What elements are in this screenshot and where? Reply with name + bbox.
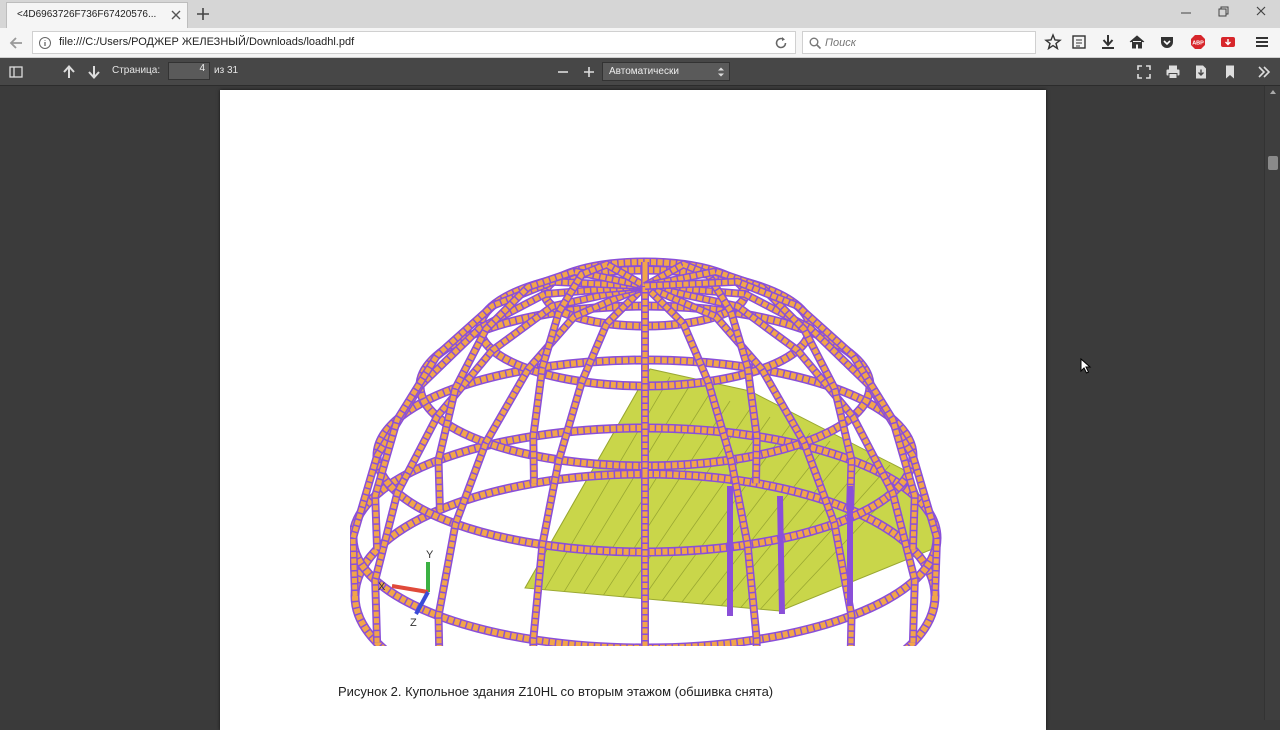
search-icon bbox=[808, 36, 822, 50]
pdf-toolbar: Страница: 4 из 31 Автоматически bbox=[0, 58, 1280, 86]
zoom-in-icon[interactable] bbox=[580, 63, 598, 81]
restore-icon[interactable] bbox=[1213, 4, 1233, 20]
star-icon[interactable] bbox=[1044, 33, 1062, 51]
save-icon[interactable] bbox=[1192, 63, 1210, 81]
tab-strip: <4D6963726F736F67420576... bbox=[0, 0, 1280, 28]
arrow-down-icon[interactable] bbox=[85, 63, 103, 81]
scroll-up-icon[interactable] bbox=[1269, 88, 1277, 96]
dome-structure-illustration: Y X Z bbox=[350, 257, 942, 646]
zoom-value: Автоматически bbox=[609, 66, 679, 77]
pdf-viewer[interactable]: Y X Z Рисунок 2. Купольное здания Z10HL … bbox=[0, 86, 1280, 730]
page-number-input[interactable]: 4 bbox=[168, 62, 210, 80]
close-window-icon[interactable] bbox=[1251, 4, 1271, 20]
zoom-out-icon[interactable] bbox=[554, 63, 572, 81]
axis-z-label: Z bbox=[410, 617, 417, 629]
plus-icon[interactable] bbox=[194, 5, 212, 23]
chevron-down-icon bbox=[717, 66, 725, 78]
search-bar[interactable] bbox=[802, 31, 1036, 54]
navigation-bar: file:///C:/Users/РОДЖЕР ЖЕЛЕЗНЫЙ/Downloa… bbox=[0, 28, 1280, 58]
url-bar[interactable]: file:///C:/Users/РОДЖЕР ЖЕЛЕЗНЫЙ/Downloa… bbox=[32, 31, 796, 54]
browser-tab[interactable]: <4D6963726F736F67420576... bbox=[6, 2, 188, 28]
dome-figure: Y X Z bbox=[350, 186, 950, 646]
url-text[interactable]: file:///C:/Users/РОДЖЕР ЖЕЛЕЗНЫЙ/Downloa… bbox=[59, 36, 354, 48]
bookmark-icon[interactable] bbox=[1221, 63, 1239, 81]
svg-text:ABP: ABP bbox=[1192, 41, 1204, 47]
home-icon[interactable] bbox=[1128, 33, 1146, 51]
back-arrow-icon[interactable] bbox=[8, 34, 26, 52]
download-icon[interactable] bbox=[1099, 33, 1117, 51]
figure-caption: Рисунок 2. Купольное здания Z10HL со вто… bbox=[338, 684, 774, 699]
page-label: Страница: bbox=[112, 65, 161, 76]
info-icon[interactable] bbox=[38, 36, 52, 50]
sidebar-toggle-icon[interactable] bbox=[7, 63, 25, 81]
search-input[interactable] bbox=[825, 34, 1025, 52]
zoom-select[interactable]: Автоматически bbox=[602, 62, 730, 81]
dome-frame-ribs bbox=[350, 259, 942, 646]
menu-icon[interactable] bbox=[1253, 33, 1271, 51]
scroll-thumb[interactable] bbox=[1268, 156, 1278, 170]
support-column bbox=[777, 495, 785, 615]
arrow-up-icon[interactable] bbox=[60, 63, 78, 81]
print-icon[interactable] bbox=[1164, 63, 1182, 81]
reload-icon[interactable] bbox=[773, 35, 789, 51]
axis-x-label: X bbox=[378, 581, 386, 593]
tab-title: <4D6963726F736F67420576... bbox=[17, 9, 157, 20]
page-total: из 31 bbox=[214, 65, 239, 76]
adblock-icon[interactable]: ABP bbox=[1189, 33, 1207, 51]
pocket-icon[interactable] bbox=[1158, 33, 1176, 51]
video-download-icon[interactable] bbox=[1219, 33, 1237, 51]
vertical-scrollbar[interactable] bbox=[1264, 86, 1280, 720]
mouse-cursor-icon bbox=[1080, 358, 1092, 374]
fullscreen-icon[interactable] bbox=[1135, 63, 1153, 81]
reading-list-icon[interactable] bbox=[1070, 33, 1088, 51]
close-icon[interactable] bbox=[169, 8, 183, 22]
axis-y-label: Y bbox=[426, 549, 434, 561]
minimize-icon[interactable] bbox=[1176, 4, 1196, 20]
chevrons-right-icon[interactable] bbox=[1255, 63, 1273, 81]
pdf-page: Y X Z Рисунок 2. Купольное здания Z10HL … bbox=[220, 90, 1046, 730]
